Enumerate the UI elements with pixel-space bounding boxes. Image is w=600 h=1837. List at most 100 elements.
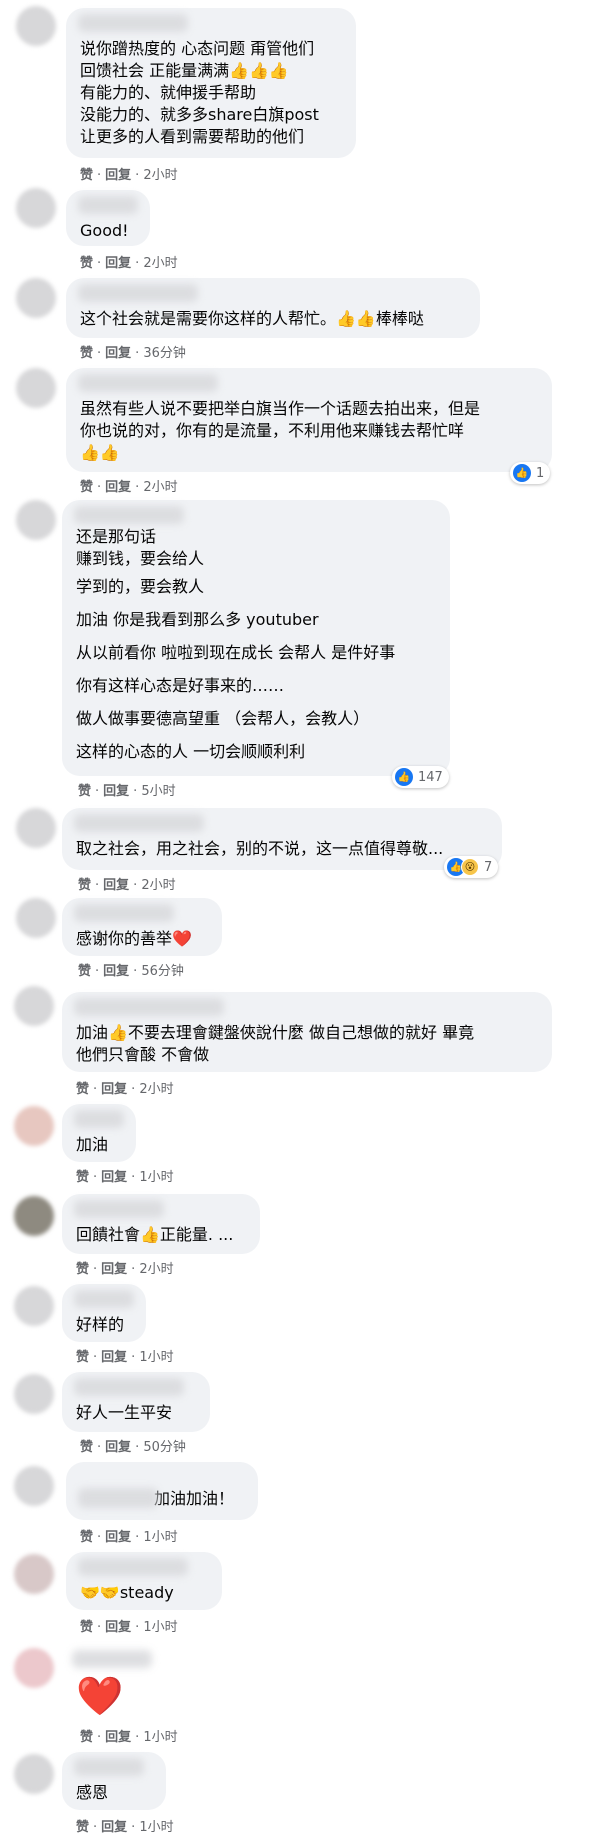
comment-text: 虽然有些人说不要把举白旗当作一个话题去拍出来，但是 bbox=[80, 399, 481, 418]
avatar[interactable] bbox=[14, 986, 54, 1026]
like-button[interactable]: 赞 bbox=[80, 480, 93, 495]
reply-button[interactable]: 回复 bbox=[101, 1082, 127, 1097]
wow-reaction-icon: 😮 bbox=[461, 858, 479, 876]
timestamp[interactable]: 50分钟 bbox=[143, 1440, 186, 1455]
like-button[interactable]: 赞 bbox=[76, 1820, 89, 1835]
reaction-summary[interactable]: 👍 147 bbox=[392, 766, 449, 788]
reply-button[interactable]: 回复 bbox=[105, 1530, 131, 1545]
comment-text: 没能力的、就多多share白旗post bbox=[80, 105, 319, 124]
author-name[interactable] bbox=[74, 1290, 134, 1308]
avatar[interactable] bbox=[14, 1286, 54, 1326]
timestamp[interactable]: 1小时 bbox=[143, 1530, 177, 1545]
like-button[interactable]: 赞 bbox=[80, 168, 93, 183]
comment-text: 🤝🤝steady bbox=[80, 1583, 174, 1602]
reply-button[interactable]: 回复 bbox=[105, 480, 131, 495]
reply-button[interactable]: 回复 bbox=[101, 1170, 127, 1185]
reply-button[interactable]: 回复 bbox=[105, 346, 131, 361]
reply-button[interactable]: 回复 bbox=[105, 256, 131, 271]
comment-actions: 赞 · 回复 · 5小时 bbox=[78, 784, 176, 799]
avatar[interactable] bbox=[14, 1648, 54, 1688]
avatar[interactable] bbox=[14, 1554, 54, 1594]
reply-button[interactable]: 回复 bbox=[105, 168, 131, 183]
like-button[interactable]: 赞 bbox=[80, 1620, 93, 1635]
like-button[interactable]: 赞 bbox=[80, 1730, 93, 1745]
timestamp[interactable]: 2小时 bbox=[143, 168, 177, 183]
comment-text: 这样的心态的人 一切会顺顺利利 bbox=[76, 742, 306, 761]
timestamp[interactable]: 36分钟 bbox=[143, 346, 186, 361]
reaction-summary[interactable]: 👍 😮 7 bbox=[444, 856, 499, 878]
reply-button[interactable]: 回复 bbox=[101, 1262, 127, 1277]
comment-text: 学到的，要会教人 bbox=[76, 577, 205, 596]
like-button[interactable]: 赞 bbox=[78, 964, 91, 979]
avatar[interactable] bbox=[14, 1466, 54, 1506]
author-name[interactable] bbox=[74, 1758, 144, 1776]
avatar[interactable] bbox=[14, 1196, 54, 1236]
reply-button[interactable]: 回复 bbox=[101, 1350, 127, 1365]
author-name[interactable] bbox=[72, 1650, 152, 1668]
avatar[interactable] bbox=[16, 898, 56, 938]
timestamp[interactable]: 56分钟 bbox=[141, 964, 184, 979]
author-name[interactable] bbox=[74, 814, 204, 832]
like-button[interactable]: 赞 bbox=[78, 878, 91, 893]
author-name[interactable] bbox=[78, 14, 188, 32]
author-name[interactable] bbox=[74, 1378, 184, 1396]
author-name[interactable] bbox=[78, 284, 198, 302]
timestamp[interactable]: 2小时 bbox=[139, 1082, 173, 1097]
comment-actions: 赞 · 回复 · 1小时 bbox=[76, 1170, 174, 1185]
avatar[interactable] bbox=[16, 368, 56, 408]
avatar[interactable] bbox=[14, 1106, 54, 1146]
timestamp[interactable]: 2小时 bbox=[143, 480, 177, 495]
timestamp[interactable]: 1小时 bbox=[139, 1170, 173, 1185]
author-name[interactable] bbox=[78, 196, 138, 214]
like-button[interactable]: 赞 bbox=[80, 256, 93, 271]
author-name[interactable] bbox=[78, 1558, 188, 1576]
timestamp[interactable]: 1小时 bbox=[143, 1730, 177, 1745]
author-name[interactable] bbox=[74, 506, 184, 524]
timestamp[interactable]: 1小时 bbox=[143, 1620, 177, 1635]
reply-button[interactable]: 回复 bbox=[103, 878, 129, 893]
like-button[interactable]: 赞 bbox=[76, 1350, 89, 1365]
avatar[interactable] bbox=[16, 500, 56, 540]
like-button[interactable]: 赞 bbox=[80, 346, 93, 361]
like-button[interactable]: 赞 bbox=[78, 784, 91, 799]
comment-bubble: 🤝🤝steady bbox=[66, 1552, 222, 1610]
comment-actions: 赞 · 回复 · 2小时 bbox=[76, 1082, 174, 1097]
timestamp[interactable]: 2小时 bbox=[139, 1262, 173, 1277]
comment-bubble: 感谢你的善举❤️ bbox=[62, 898, 222, 956]
timestamp[interactable]: 2小时 bbox=[141, 878, 175, 893]
avatar[interactable] bbox=[16, 808, 56, 848]
author-name[interactable] bbox=[74, 998, 224, 1016]
comment-bubble: 好样的 bbox=[62, 1284, 146, 1342]
author-name[interactable] bbox=[74, 1110, 124, 1128]
timestamp[interactable]: 5小时 bbox=[141, 784, 175, 799]
like-button[interactable]: 赞 bbox=[76, 1170, 89, 1185]
author-name[interactable] bbox=[78, 374, 218, 392]
like-button[interactable]: 赞 bbox=[80, 1530, 93, 1545]
reply-button[interactable]: 回复 bbox=[103, 784, 129, 799]
author-name[interactable] bbox=[78, 1488, 158, 1508]
comment-bubble: 说你蹭热度的 心态问题 甭管他们 回馈社会 正能量满满👍👍👍 有能力的、就伸援手… bbox=[66, 8, 356, 158]
comment-text: 加油👍不要去理會鍵盤俠說什麼 做自己想做的就好 畢竟 bbox=[76, 1023, 475, 1042]
author-name[interactable] bbox=[74, 904, 174, 922]
reply-button[interactable]: 回复 bbox=[105, 1620, 131, 1635]
like-button[interactable]: 赞 bbox=[76, 1262, 89, 1277]
timestamp[interactable]: 1小时 bbox=[139, 1350, 173, 1365]
avatar[interactable] bbox=[14, 1754, 54, 1794]
avatar[interactable] bbox=[16, 6, 56, 46]
reaction-summary[interactable]: 👍 1 bbox=[510, 462, 551, 484]
comment-text: 他們只會酸 不會做 bbox=[76, 1045, 210, 1064]
author-name[interactable] bbox=[74, 1200, 164, 1218]
timestamp[interactable]: 2小时 bbox=[143, 256, 177, 271]
like-button[interactable]: 赞 bbox=[76, 1082, 89, 1097]
reply-button[interactable]: 回复 bbox=[101, 1820, 127, 1835]
avatar[interactable] bbox=[14, 1374, 54, 1414]
like-button[interactable]: 赞 bbox=[80, 1440, 93, 1455]
reply-button[interactable]: 回复 bbox=[105, 1730, 131, 1745]
reply-button[interactable]: 回复 bbox=[103, 964, 129, 979]
comment-text: 你也说的对，你有的是流量，不利用他来赚钱去帮忙咩 bbox=[80, 421, 465, 440]
comment-bubble: 好人一生平安 bbox=[62, 1372, 210, 1432]
avatar[interactable] bbox=[16, 188, 56, 228]
avatar[interactable] bbox=[16, 278, 56, 318]
timestamp[interactable]: 1小时 bbox=[139, 1820, 173, 1835]
reply-button[interactable]: 回复 bbox=[105, 1440, 131, 1455]
